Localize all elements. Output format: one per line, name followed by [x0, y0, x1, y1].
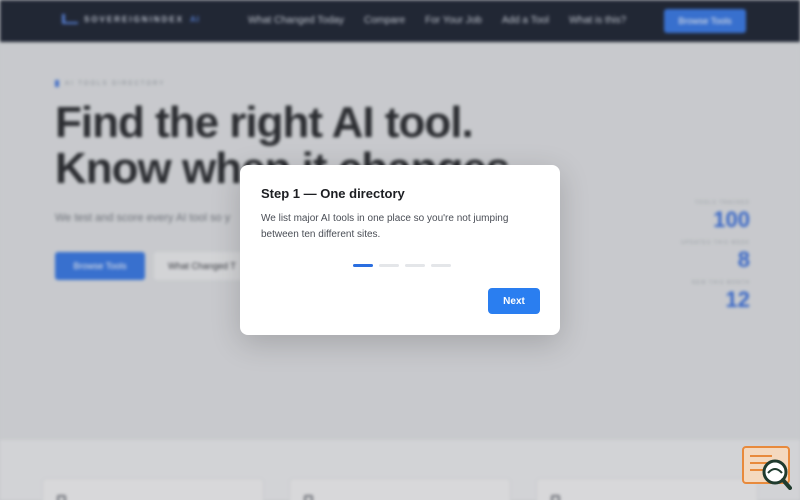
onboarding-dialog: Step 1 — One directory We list major AI … — [240, 165, 560, 335]
step-dot-3[interactable] — [405, 264, 425, 267]
step-dot-4[interactable] — [431, 264, 451, 267]
step-dot-1[interactable] — [353, 264, 373, 267]
step-indicator — [353, 264, 451, 267]
search-help-icon[interactable] — [742, 446, 792, 490]
next-button[interactable]: Next — [488, 288, 540, 314]
step-dot-2[interactable] — [379, 264, 399, 267]
dialog-title: Step 1 — One directory — [261, 186, 405, 201]
dialog-body: We list major AI tools in one place so y… — [261, 213, 509, 240]
